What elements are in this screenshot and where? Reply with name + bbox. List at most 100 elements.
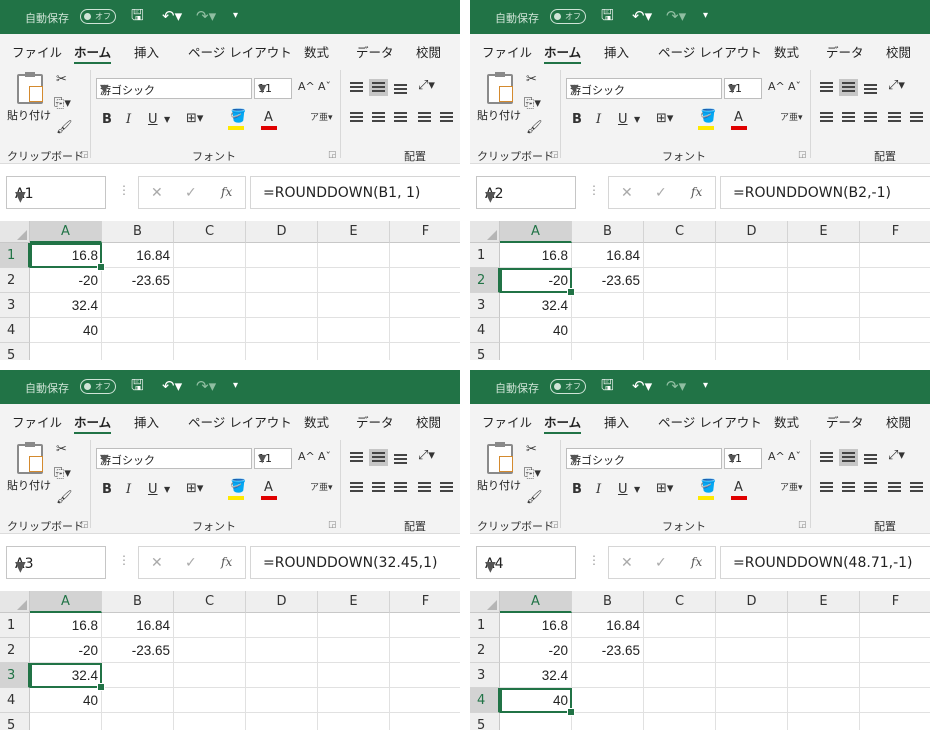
row-header-1[interactable]: 1: [0, 613, 30, 638]
cell-E5[interactable]: [318, 343, 390, 360]
cell-B3[interactable]: [102, 293, 174, 318]
align-icon-6[interactable]: [418, 112, 431, 123]
cell-B2[interactable]: -23.65: [102, 268, 174, 293]
formula-input[interactable]: =ROUNDDOWN(B1, 1): [250, 176, 460, 209]
copy-icon[interactable]: ⎘▾: [54, 466, 71, 481]
redo-icon[interactable]: ↷▾: [196, 377, 216, 395]
font-color-button[interactable]: A: [264, 480, 273, 495]
paste-button-label[interactable]: 貼り付け: [7, 107, 51, 123]
cell-B4[interactable]: [572, 318, 644, 343]
tab-6[interactable]: 校閲: [416, 412, 441, 431]
insert-function-icon[interactable]: fx: [691, 555, 702, 569]
align-icon-5[interactable]: [864, 482, 877, 493]
insert-function-icon[interactable]: fx: [221, 185, 232, 199]
align-icon-6[interactable]: [888, 112, 901, 123]
cut-icon[interactable]: ✂: [56, 72, 67, 87]
cell-C3[interactable]: [174, 663, 246, 688]
underline-dropdown-icon[interactable]: ▼: [164, 485, 170, 494]
cell-F4[interactable]: [390, 318, 460, 343]
underline-button[interactable]: U: [618, 482, 628, 497]
tab-1[interactable]: ホーム: [74, 42, 112, 64]
cell-C4[interactable]: [174, 318, 246, 343]
shrink-font-icon[interactable]: Aˇ: [788, 450, 801, 463]
cell-A2[interactable]: -20: [30, 638, 102, 663]
italic-button[interactable]: I: [596, 112, 601, 127]
undo-icon[interactable]: ↶▾: [632, 7, 652, 25]
align-icon-3[interactable]: [820, 482, 833, 493]
text-orientation-icon[interactable]: ⤢▾: [888, 448, 905, 463]
cell-A2[interactable]: -20: [30, 268, 102, 293]
column-header-E[interactable]: E: [788, 221, 860, 243]
cell-F4[interactable]: [390, 688, 460, 713]
cell-B1[interactable]: 16.84: [102, 243, 174, 268]
cell-C2[interactable]: [174, 268, 246, 293]
name-box[interactable]: A1 ▼: [6, 176, 106, 209]
row-header-4[interactable]: 4: [0, 688, 30, 713]
cell-C5[interactable]: [644, 713, 716, 730]
align-icon-7[interactable]: [440, 482, 453, 493]
paste-icon[interactable]: [17, 72, 43, 104]
tab-2[interactable]: 挿入: [134, 42, 159, 61]
insert-function-icon[interactable]: fx: [221, 555, 232, 569]
align-icon-7[interactable]: [910, 482, 923, 493]
font-name-select[interactable]: 游ゴシック ▼: [566, 448, 722, 469]
select-all-button[interactable]: [0, 591, 30, 613]
cell-D5[interactable]: [716, 343, 788, 360]
cell-F1[interactable]: [860, 243, 930, 268]
cell-E4[interactable]: [788, 318, 860, 343]
cell-E5[interactable]: [318, 713, 390, 730]
font-size-select[interactable]: 11 ▼: [724, 78, 762, 99]
column-header-D[interactable]: D: [246, 591, 318, 613]
undo-icon[interactable]: ↶▾: [632, 377, 652, 395]
row-header-2[interactable]: 2: [0, 638, 30, 663]
cell-B4[interactable]: [102, 318, 174, 343]
font-color-button[interactable]: A: [264, 110, 273, 125]
cell-E4[interactable]: [318, 688, 390, 713]
tab-2[interactable]: 挿入: [604, 42, 629, 61]
row-header-1[interactable]: 1: [470, 613, 500, 638]
align-icon-6[interactable]: [418, 482, 431, 493]
cut-icon[interactable]: ✂: [526, 72, 537, 87]
align-icon-0[interactable]: [350, 82, 363, 93]
align-icon-0[interactable]: [350, 452, 363, 463]
underline-dropdown-icon[interactable]: ▼: [164, 115, 170, 124]
cell-F1[interactable]: [860, 613, 930, 638]
cell-B3[interactable]: [572, 663, 644, 688]
cell-E1[interactable]: [788, 243, 860, 268]
cell-D4[interactable]: [716, 688, 788, 713]
cell-A5[interactable]: [500, 713, 572, 730]
paste-icon[interactable]: [17, 442, 43, 474]
cell-E3[interactable]: [318, 663, 390, 688]
cell-C4[interactable]: [174, 688, 246, 713]
column-header-A[interactable]: A: [500, 221, 572, 243]
cell-A5[interactable]: [30, 343, 102, 360]
column-header-E[interactable]: E: [318, 591, 390, 613]
tab-5[interactable]: データ: [356, 412, 394, 431]
cell-F4[interactable]: [860, 318, 930, 343]
cell-A1[interactable]: 16.8: [500, 243, 572, 268]
row-header-2[interactable]: 2: [0, 268, 30, 293]
cell-D2[interactable]: [716, 638, 788, 663]
cell-D3[interactable]: [246, 293, 318, 318]
tab-4[interactable]: 数式: [774, 412, 799, 431]
formula-input[interactable]: =ROUNDDOWN(48.71,-1): [720, 546, 930, 579]
column-header-F[interactable]: F: [390, 591, 460, 613]
cell-D1[interactable]: [716, 613, 788, 638]
redo-icon[interactable]: ↷▾: [196, 7, 216, 25]
cell-D4[interactable]: [246, 318, 318, 343]
clipboard-launcher-icon[interactable]: ◲: [550, 520, 559, 530]
borders-icon[interactable]: ⊞▾: [656, 481, 673, 496]
grow-font-icon[interactable]: A^: [298, 80, 315, 93]
cell-D4[interactable]: [246, 688, 318, 713]
cell-F2[interactable]: [860, 638, 930, 663]
cell-F3[interactable]: [860, 293, 930, 318]
cell-A3[interactable]: 32.4: [500, 663, 572, 688]
cell-C2[interactable]: [644, 638, 716, 663]
column-header-D[interactable]: D: [716, 221, 788, 243]
cell-E1[interactable]: [318, 243, 390, 268]
cell-B5[interactable]: [572, 343, 644, 360]
enter-check-icon[interactable]: ✓: [655, 555, 667, 571]
cell-B2[interactable]: -23.65: [572, 268, 644, 293]
cell-D1[interactable]: [246, 613, 318, 638]
cell-C1[interactable]: [644, 613, 716, 638]
